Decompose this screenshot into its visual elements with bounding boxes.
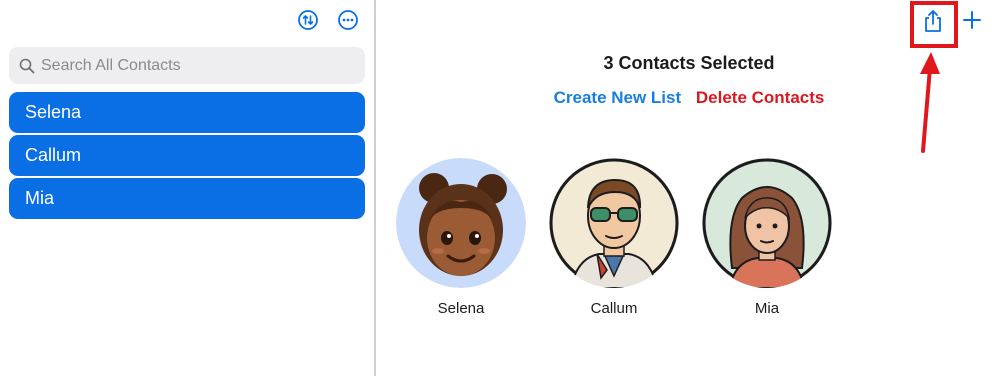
search-icon [19,58,35,74]
avatar-image-selena [396,158,526,288]
selected-contact-card: Selena [396,158,526,317]
selected-contact-name: Mia [754,300,780,317]
sort-button[interactable] [296,8,320,32]
more-button[interactable] [336,8,360,32]
plus-icon [963,11,981,29]
selected-contact-name: Callum [590,300,638,317]
detail-pane: 3 Contacts Selected Create New List Dele… [378,0,1000,376]
selection-title: 3 Contacts Selected [603,53,775,73]
delete-contacts-link[interactable]: Delete Contacts [696,88,824,107]
more-icon [338,10,358,30]
selected-contact-name: Selena [437,300,485,317]
selected-contact-card: Mia [702,158,832,317]
avatar[interactable] [549,158,679,288]
avatar-image-callum [549,158,679,288]
contact-list-item-callum[interactable]: Callum [9,135,365,176]
create-new-list-link[interactable]: Create New List [554,88,682,107]
selection-actions: Create New List Delete Contacts [378,88,1000,108]
contact-name: Selena [25,102,82,122]
contact-list-item-mia[interactable]: Mia [9,178,365,219]
search-input[interactable] [41,56,341,75]
contacts-app: Selena Callum Mia 3 Cont [0,0,1000,376]
contact-list-item-selena[interactable]: Selena [9,92,365,133]
contact-list: Selena Callum Mia [9,92,365,221]
avatar[interactable] [396,158,526,288]
sidebar-toolbar [296,8,360,32]
annotation-highlight-box [910,1,958,48]
avatar[interactable] [702,158,832,288]
add-contact-button[interactable] [961,9,983,31]
sidebar: Selena Callum Mia [0,0,376,376]
avatar-image-mia [702,158,832,288]
search-field[interactable] [9,47,365,84]
contact-name: Callum [25,145,82,165]
sort-arrows-icon [298,10,318,30]
selected-contact-card: Callum [549,158,679,317]
contact-name: Mia [25,188,55,208]
